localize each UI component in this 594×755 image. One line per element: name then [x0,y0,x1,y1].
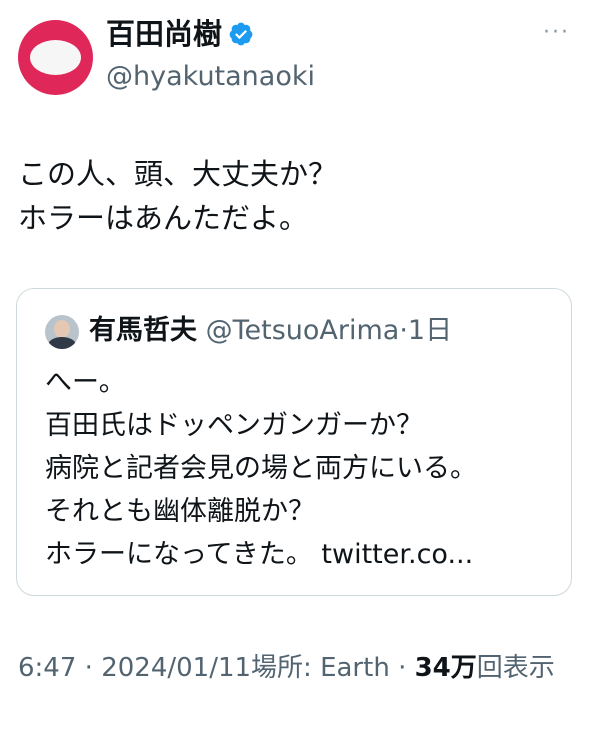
tweet-line: ホラーはあんただよ。 [18,201,309,235]
avatar-shape [30,40,81,75]
quoted-line: 病院と記者会見の場と両方にいる。 [45,453,477,484]
views-label: 回表示 [476,653,555,683]
quoted-line: それとも幽体離脱か？ [45,496,315,527]
quoted-display-name: 有馬哲夫 [89,315,197,346]
quoted-header: 有馬哲夫 @TetsuoArima·1日 [89,311,452,351]
avatar-shoulders [48,337,76,349]
author-avatar[interactable] [18,20,93,95]
tweet-text: この人、頭、大丈夫か？ ホラーはあんただよ。 [18,152,337,240]
quoted-line: 百田氏はドッペンガンガーか？ [45,410,423,441]
quoted-line: へー。 [45,367,126,398]
author-display-name[interactable]: 百田尚樹 [106,16,254,52]
avatar-face [54,320,70,338]
quoted-tweet[interactable]: 有馬哲夫 @TetsuoArima·1日 へー。 百田氏はドッペンガンガーか？ … [16,288,572,596]
tweet-metadata: 6:47 · 2024/01/11場所: Earth · 34万回表示 [18,642,578,694]
quoted-line: ホラーになってきた。 twitter.co... [45,539,474,570]
post-date[interactable]: 2024/01/11 [101,653,251,683]
quoted-author-avatar [45,315,79,349]
tweet-card: 百田尚樹 @hyakutanaoki ··· この人、頭、大丈夫か？ ホラーはあ… [0,0,594,755]
meta-dot: · [84,653,93,683]
views-count: 34万 [414,653,477,683]
post-time[interactable]: 6:47 [18,653,76,683]
verified-badge-icon [229,22,253,46]
quoted-separator: · [399,315,408,346]
tweet-line: この人、頭、大丈夫か？ [18,157,338,191]
author-handle[interactable]: @hyakutanaoki [106,60,315,94]
display-name-text: 百田尚樹 [106,17,223,51]
meta-dot: · [398,653,407,683]
quoted-time: 1日 [407,315,453,346]
quoted-handle: @TetsuoArima [205,315,400,346]
quoted-text: へー。 百田氏はドッペンガンガーか？ 病院と記者会見の場と両方にいる。 それとも… [45,361,477,576]
post-location: 場所: Earth [251,653,390,683]
more-icon[interactable]: ··· [543,22,570,44]
